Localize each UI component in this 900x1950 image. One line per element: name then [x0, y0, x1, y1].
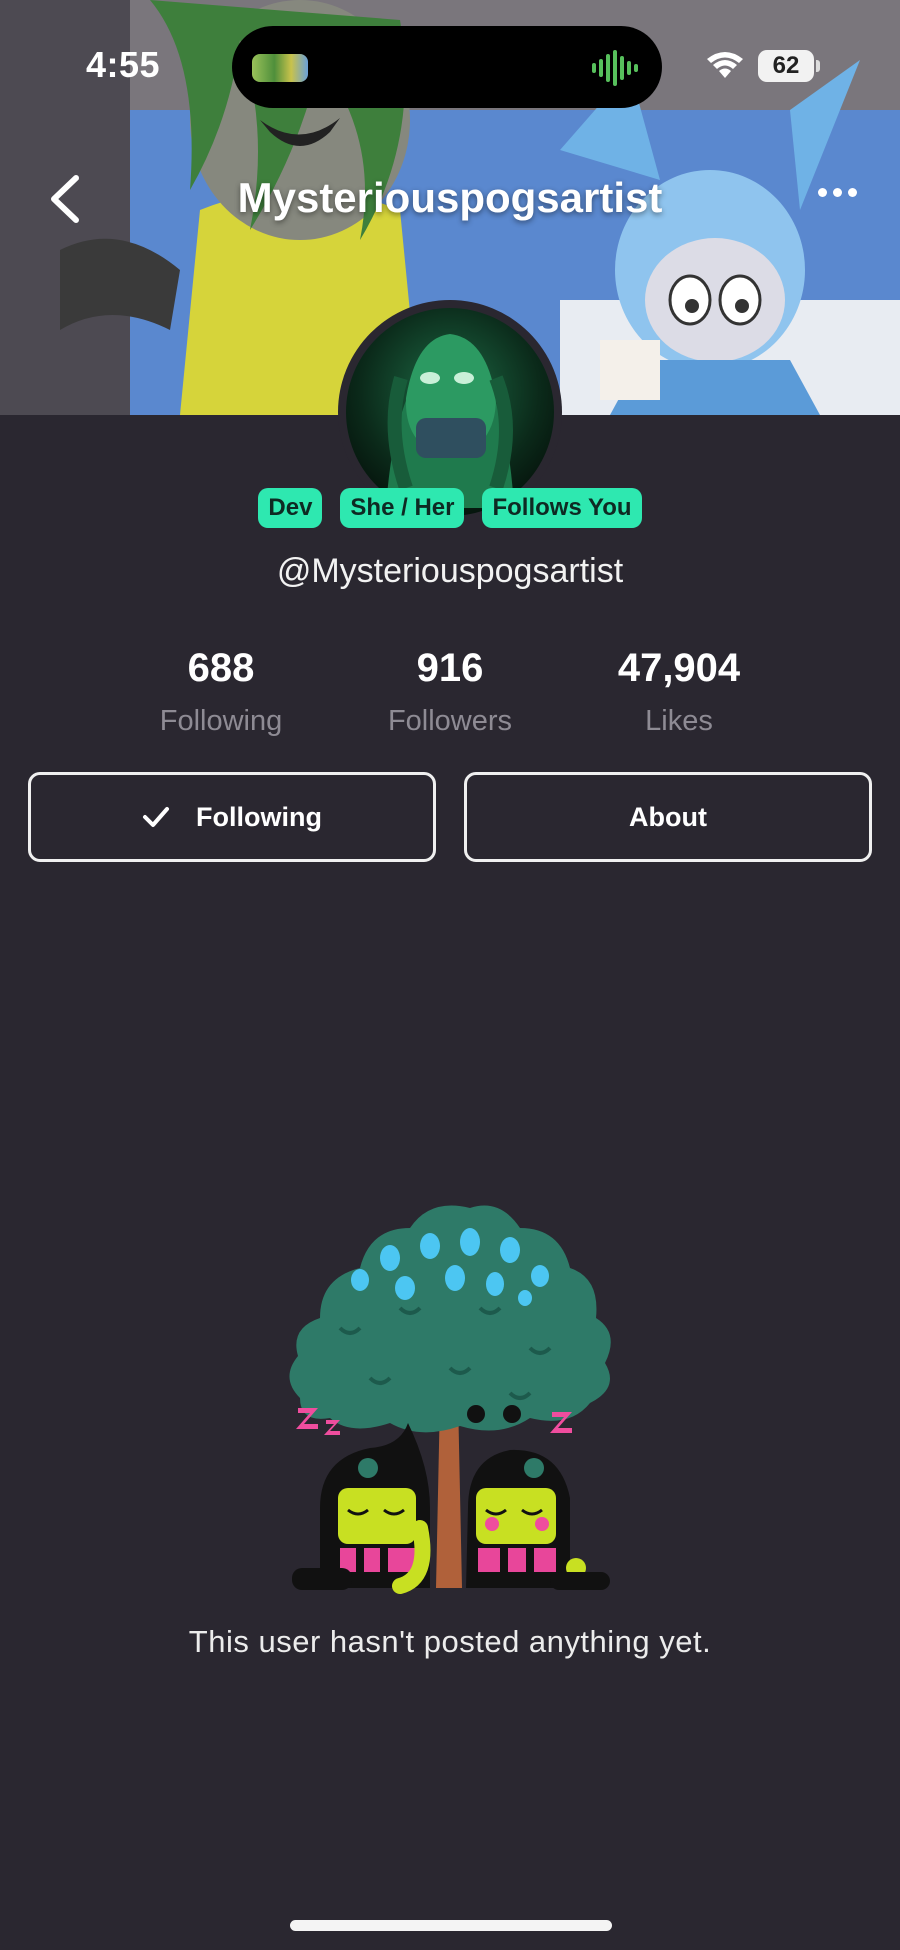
more-dots-icon — [848, 188, 857, 197]
badge-pronouns: She / Her — [340, 488, 465, 528]
more-dots-icon — [833, 188, 842, 197]
more-options-button[interactable] — [818, 184, 874, 208]
page-title: Mysteriouspogsartist — [237, 174, 663, 221]
sleeping-characters-under-tree-illustration — [289, 1205, 611, 1594]
stat-label: Followers — [387, 705, 513, 737]
chevron-left-icon — [51, 175, 79, 223]
about-button[interactable]: About — [464, 772, 872, 862]
badge-follows-you: Follows You — [482, 488, 642, 528]
back-button[interactable] — [42, 172, 92, 226]
empty-state-message: This user hasn't posted anything yet. — [188, 1624, 712, 1659]
audio-waveform-icon — [592, 50, 638, 86]
avatar-image — [386, 334, 514, 508]
battery-tip — [816, 60, 820, 72]
profile-handle: @Mysteriouspogsartist — [276, 552, 624, 590]
stat-value: 688 — [187, 646, 255, 690]
status-time: 4:55 — [86, 44, 161, 85]
profile-badges: Dev She / Her Follows You — [0, 488, 900, 528]
checkmark-icon — [143, 807, 169, 827]
about-button-label: About — [629, 801, 707, 832]
home-indicator[interactable] — [290, 1920, 612, 1931]
stat-value: 916 — [416, 646, 484, 690]
now-playing-thumbnail — [252, 54, 308, 82]
following-button[interactable]: Following — [28, 772, 436, 862]
battery-indicator: 62 — [758, 50, 814, 82]
wifi-icon — [707, 52, 743, 78]
more-dots-icon — [818, 188, 827, 197]
badge-dev: Dev — [258, 488, 323, 528]
dynamic-island — [232, 26, 662, 108]
stat-likes[interactable]: 47,904 Likes — [559, 646, 799, 738]
stat-following[interactable]: 688 Following — [101, 646, 341, 738]
stat-label: Following — [159, 705, 283, 737]
stat-followers[interactable]: 916 Followers — [330, 646, 570, 738]
following-button-label: Following — [196, 801, 322, 832]
stat-label: Likes — [645, 705, 713, 737]
stat-value: 47,904 — [617, 646, 741, 690]
